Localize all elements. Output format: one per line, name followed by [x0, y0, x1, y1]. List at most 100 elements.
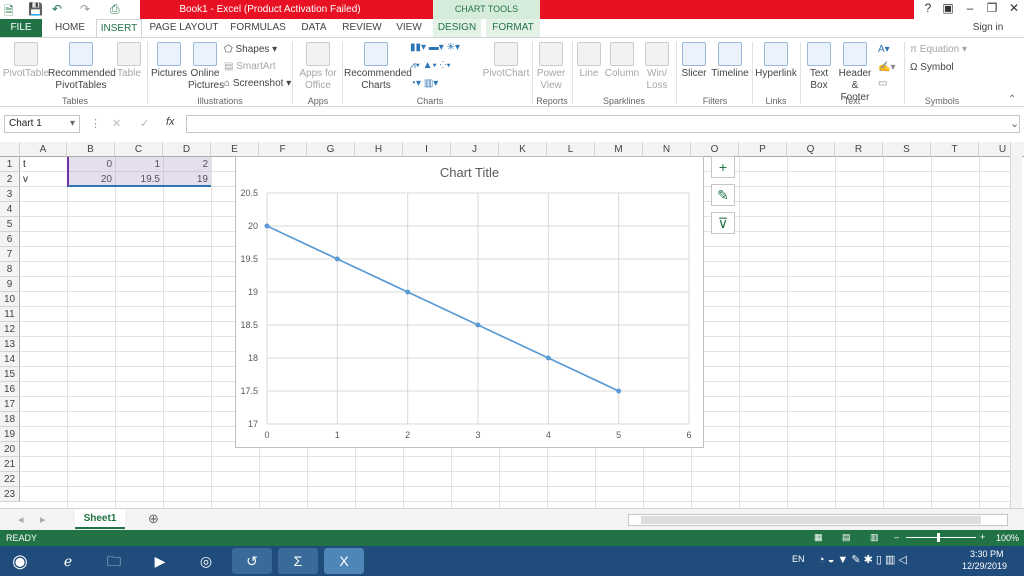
tab-page-layout[interactable]: PAGE LAYOUT	[148, 19, 220, 37]
tray-icons[interactable]: ◔ ◒ ▼ ✎ ✱ ▯ ▥ ◁	[818, 553, 907, 566]
chart-area[interactable]: Chart Title 17 17.5 18 18.5 19 19.5 20 20.5 0 1 2 3…	[235, 156, 704, 448]
row-header[interactable]: 7	[0, 247, 20, 262]
maximize-button[interactable]: ❐	[982, 1, 1002, 15]
tab-home[interactable]: HOME	[48, 19, 92, 37]
smartart-button[interactable]: ▤ SmartArt	[224, 61, 276, 72]
camtasia-icon[interactable]: ↺	[232, 548, 272, 574]
object-icon[interactable]: ▭	[878, 78, 887, 89]
zoom-out-icon[interactable]: –	[894, 532, 899, 542]
tab-data[interactable]: DATA	[296, 19, 332, 37]
timeline-button[interactable]: Timeline	[710, 42, 750, 80]
column-header[interactable]: E	[211, 142, 259, 157]
excel-taskbar-icon[interactable]: X	[324, 548, 364, 574]
column-header[interactable]: C	[115, 142, 163, 157]
column-header[interactable]: K	[499, 142, 547, 157]
power-view-button[interactable]: Power View	[534, 42, 568, 92]
column-header[interactable]: S	[883, 142, 931, 157]
formula-input[interactable]	[186, 115, 1020, 133]
ribbon-display-button[interactable]: ▣	[938, 1, 958, 15]
zoom-slider[interactable]	[906, 537, 976, 538]
row-header[interactable]: 18	[0, 412, 20, 427]
apps-for-office-button[interactable]: Apps for Office	[296, 42, 340, 92]
column-header[interactable]: T	[931, 142, 979, 157]
cell-a1[interactable]: t	[20, 157, 67, 172]
undo-icon[interactable]: ↶	[52, 2, 62, 16]
clock-date[interactable]: 12/29/2019	[962, 561, 1007, 571]
tab-design[interactable]: DESIGN	[433, 19, 481, 37]
screenshot-button[interactable]: ⌂ Screenshot ▾	[224, 78, 291, 89]
collapse-ribbon-icon[interactable]: ⌃	[1008, 94, 1016, 105]
sparkline-winloss-button[interactable]: Win/ Loss	[642, 42, 672, 92]
row-header[interactable]: 22	[0, 472, 20, 487]
row-header[interactable]: 3	[0, 187, 20, 202]
recommended-pivottables-button[interactable]: Recommended PivotTables	[48, 42, 116, 92]
zoom-level[interactable]: 100%	[996, 533, 1019, 543]
scrollbar-thumb[interactable]	[641, 516, 981, 524]
wordart-icon[interactable]: A▾	[878, 44, 890, 55]
row-header[interactable]: 1	[0, 157, 20, 172]
clock-time[interactable]: 3:30 PM	[970, 549, 1004, 559]
sheet-tab-sheet1[interactable]: Sheet1	[75, 509, 125, 529]
help-button[interactable]: ?	[918, 1, 938, 15]
line-chart-gallery-icon[interactable]: ⩘▾ ▲▾ ⁘▾	[410, 60, 451, 71]
tab-format[interactable]: FORMAT	[486, 19, 540, 37]
name-box[interactable]: Chart 1 ▾	[4, 115, 80, 133]
scroll-left-icon[interactable]: ◂	[18, 513, 24, 526]
tab-insert[interactable]: INSERT	[96, 19, 142, 37]
minimize-button[interactable]: –	[960, 1, 980, 15]
select-all-corner[interactable]	[0, 142, 20, 157]
file-explorer-icon[interactable]: 🗀	[94, 548, 134, 574]
hyperlink-button[interactable]: Hyperlink	[754, 42, 798, 80]
row-header[interactable]: 9	[0, 277, 20, 292]
column-header[interactable]: D	[163, 142, 211, 157]
pie-chart-gallery-icon[interactable]: ◔▾ ▥▾	[410, 78, 438, 89]
column-header[interactable]: A	[20, 142, 67, 157]
page-layout-view-icon[interactable]: ▤	[842, 532, 851, 543]
row-header[interactable]: 8	[0, 262, 20, 277]
signature-line-icon[interactable]: ✍▾	[878, 62, 895, 73]
equation-button[interactable]: π Equation ▾	[910, 44, 967, 55]
row-header[interactable]: 2	[0, 172, 20, 187]
zoom-slider-thumb[interactable]	[937, 533, 940, 542]
column-header[interactable]: I	[403, 142, 451, 157]
new-sheet-button[interactable]: ⊕	[148, 511, 159, 527]
horizontal-scrollbar[interactable]	[628, 514, 1008, 526]
chart-styles-button[interactable]: ✎	[711, 184, 735, 206]
row-header[interactable]: 17	[0, 397, 20, 412]
name-box-dropdown-icon[interactable]: ▾	[70, 116, 75, 132]
row-header[interactable]: 21	[0, 457, 20, 472]
table-button[interactable]: Table	[114, 42, 144, 80]
tab-formulas[interactable]: FORMULAS	[228, 19, 288, 37]
row-header[interactable]: 11	[0, 307, 20, 322]
header-footer-button[interactable]: Header & Footer	[836, 42, 874, 104]
scroll-right-icon[interactable]: ▸	[40, 513, 46, 526]
row-header[interactable]: 10	[0, 292, 20, 307]
column-header[interactable]: J	[451, 142, 499, 157]
cancel-icon[interactable]: ✕	[112, 117, 121, 130]
symbol-button[interactable]: Ω Symbol	[910, 62, 954, 73]
start-button-icon[interactable]: ◉	[0, 548, 40, 574]
shapes-button[interactable]: ⬠ Shapes ▾	[224, 44, 277, 55]
column-header[interactable]: B	[67, 142, 115, 157]
insert-function-icon[interactable]: fx	[166, 116, 175, 128]
slicer-button[interactable]: Slicer	[678, 42, 710, 80]
text-box-button[interactable]: Text Box	[804, 42, 834, 92]
row-header[interactable]: 23	[0, 487, 20, 502]
pivotchart-button[interactable]: PivotChart	[482, 42, 530, 80]
qat-customize-icon[interactable]: ⎙	[110, 2, 120, 17]
tab-view[interactable]: VIEW	[392, 19, 426, 37]
row-header[interactable]: 15	[0, 367, 20, 382]
row-header[interactable]: 20	[0, 442, 20, 457]
row-header[interactable]: 16	[0, 382, 20, 397]
pictures-button[interactable]: Pictures	[150, 42, 188, 80]
sparkline-column-button[interactable]: Column	[604, 42, 640, 80]
column-header[interactable]: N	[643, 142, 691, 157]
save-icon[interactable]: 💾	[28, 2, 43, 16]
redo-icon[interactable]: ↷	[80, 2, 90, 16]
expand-formula-bar-icon[interactable]: ⌄	[1010, 117, 1019, 130]
language-indicator[interactable]: EN	[792, 554, 805, 564]
vertical-scrollbar[interactable]	[1010, 142, 1022, 508]
cell-a2[interactable]: v	[20, 172, 67, 187]
row-header[interactable]: 4	[0, 202, 20, 217]
sparkline-line-button[interactable]: Line	[574, 42, 604, 80]
